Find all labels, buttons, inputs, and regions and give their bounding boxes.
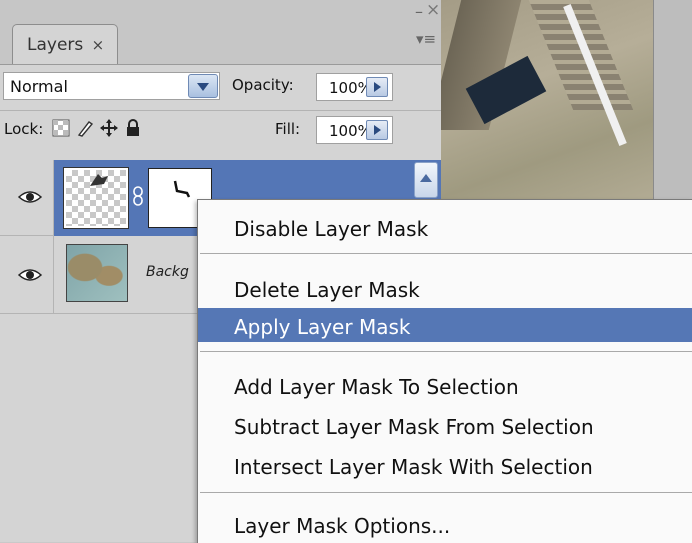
eye-icon[interactable]: [18, 268, 42, 282]
menu-item-delete-layer-mask[interactable]: Delete Layer Mask: [198, 271, 692, 305]
tab-close-icon[interactable]: ×: [92, 36, 105, 54]
lock-image-icon[interactable]: [76, 119, 94, 137]
layer-thumbnail[interactable]: [66, 244, 128, 302]
tab-layers[interactable]: Layers ×: [12, 24, 118, 64]
opacity-field[interactable]: 100%: [316, 73, 393, 101]
visibility-toggle[interactable]: [0, 236, 54, 314]
menu-item-disable-layer-mask[interactable]: Disable Layer Mask: [198, 210, 692, 244]
window-edge: [653, 0, 692, 205]
canvas-image: [441, 0, 653, 205]
opacity-label: Opacity:: [232, 76, 294, 94]
blend-mode-value: Normal: [10, 77, 68, 96]
mask-shape-icon: [173, 180, 191, 198]
panel-tab-bar: Layers × – × ▾≡: [0, 0, 441, 65]
menu-separator: [200, 492, 692, 493]
menu-item-layer-mask-options[interactable]: Layer Mask Options...: [198, 507, 692, 541]
menu-separator: [200, 253, 692, 254]
scroll-up-icon[interactable]: [414, 162, 438, 198]
panel-menu-icon[interactable]: ▾≡: [416, 30, 436, 48]
fill-label: Fill:: [275, 120, 301, 138]
lock-label: Lock:: [4, 120, 44, 138]
tab-label: Layers: [27, 35, 84, 55]
bird-icon: [90, 174, 108, 186]
menu-separator: [200, 351, 692, 352]
lock-transparent-icon[interactable]: [52, 119, 70, 137]
minimize-icon[interactable]: –: [415, 2, 423, 21]
blend-mode-select[interactable]: Normal: [3, 72, 220, 100]
fill-field[interactable]: 100%: [316, 116, 393, 144]
divider: [0, 110, 441, 111]
menu-item-apply-layer-mask[interactable]: Apply Layer Mask: [198, 308, 692, 342]
close-icon[interactable]: ×: [426, 0, 440, 20]
visibility-toggle[interactable]: [0, 160, 54, 236]
menu-item-intersect-mask-with-selection[interactable]: Intersect Layer Mask With Selection: [198, 448, 692, 482]
menu-item-add-mask-to-selection[interactable]: Add Layer Mask To Selection: [198, 368, 692, 402]
opacity-slider-arrow-icon[interactable]: [366, 77, 388, 97]
menu-item-subtract-mask-from-selection[interactable]: Subtract Layer Mask From Selection: [198, 408, 692, 442]
chain-link-icon[interactable]: [132, 186, 144, 206]
layer-thumbnail[interactable]: [63, 167, 129, 229]
chevron-down-icon[interactable]: [188, 74, 218, 98]
lock-all-icon[interactable]: [124, 119, 142, 137]
image-building: [528, 0, 634, 110]
eye-icon[interactable]: [18, 190, 42, 204]
layer-name[interactable]: Backg: [146, 264, 189, 280]
fill-slider-arrow-icon[interactable]: [366, 120, 388, 140]
context-menu: Disable Layer Mask Delete Layer Mask App…: [197, 199, 692, 543]
lock-position-icon[interactable]: [100, 119, 118, 137]
